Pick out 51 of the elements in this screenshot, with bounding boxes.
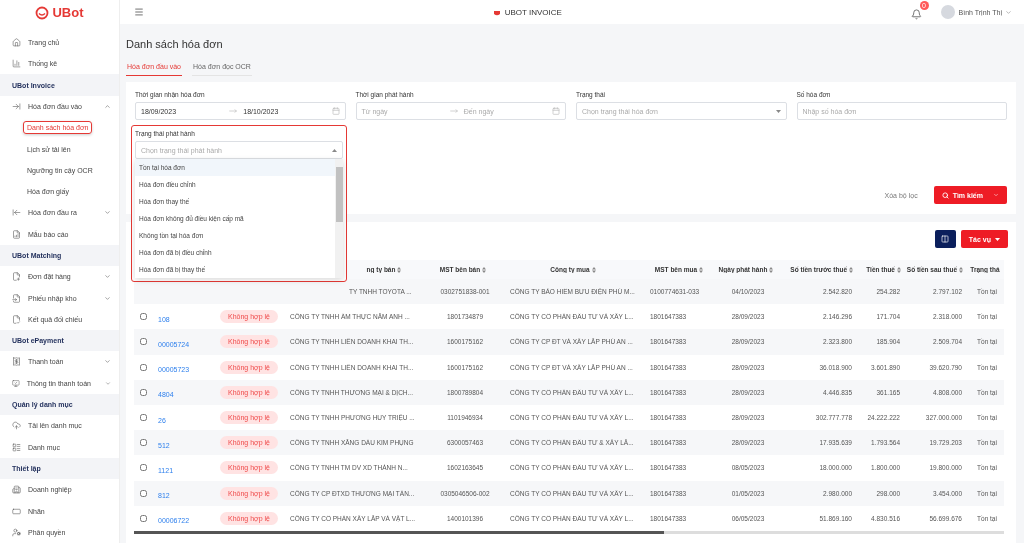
caret-icon [995,237,1000,241]
columns-icon [941,235,950,243]
home-icon [12,38,21,47]
logo-icon [492,8,501,16]
row-checkbox[interactable] [140,338,147,346]
row-checkbox[interactable] [140,514,147,522]
row-checkbox[interactable] [140,464,147,472]
row-checkbox[interactable] [140,489,147,497]
receipt-icon [12,357,21,367]
search-icon [941,191,949,199]
row-checkbox[interactable] [140,439,147,447]
calendar-icon [331,107,340,115]
sort-icon [959,266,963,273]
arrow-right-icon [449,107,458,115]
document-check-icon [12,314,21,324]
columns-button[interactable] [934,230,956,248]
sort-icon [591,266,596,273]
sort-icon [769,266,774,273]
row-checkbox[interactable] [140,388,147,396]
notification-icon[interactable] [910,9,922,20]
arrow-out-icon [12,208,21,218]
row-checkbox[interactable] [140,414,147,422]
horizontal-scrollbar[interactable] [134,530,1004,534]
document-icon [12,293,21,303]
row-checkbox[interactable] [140,313,147,321]
brand-name: UBot [52,5,84,21]
document-icon [12,229,21,239]
row-checkbox[interactable] [140,363,147,371]
sort-icon [482,266,487,273]
user-settings-icon [12,527,21,537]
chevron-down-icon [993,192,999,198]
monitor-icon [12,378,20,388]
logo-icon [35,5,50,20]
page-title: Danh sách hóa đơn [126,38,224,50]
chart-icon [12,59,21,69]
app-title: UBOT INVOICE [504,7,562,17]
tag-icon [12,506,21,516]
calendar-icon [552,107,560,115]
list-icon [12,442,21,452]
sort-icon [849,266,853,273]
caret-up-icon [332,148,337,152]
caret-icon [775,109,781,113]
building-icon [12,485,21,495]
arrow-in-icon [12,101,21,111]
sort-icon [897,266,901,273]
scrollbar[interactable] [335,159,343,278]
document-plus-icon [12,272,21,282]
sort-icon [699,266,704,273]
arrow-right-icon [229,107,238,115]
sort-icon [397,266,402,273]
cloud-upload-icon [12,421,21,431]
